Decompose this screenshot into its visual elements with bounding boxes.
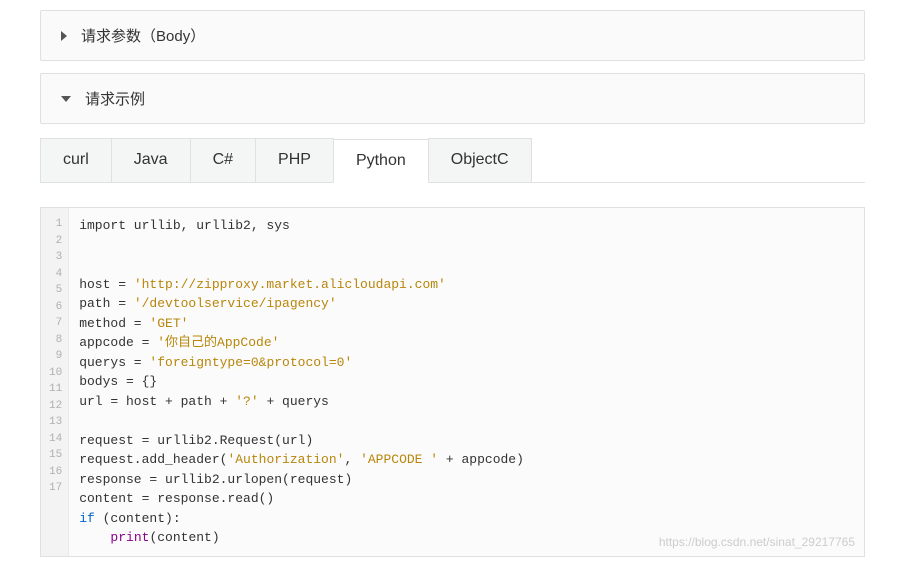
code-block: 1 2 3 4 5 6 7 8 9 10 11 12 13 14 15 16 1… <box>40 207 865 557</box>
tab-csharp[interactable]: C# <box>190 138 256 182</box>
language-tabs: curl Java C# PHP Python ObjectC <box>40 138 865 183</box>
request-example-header[interactable]: 请求示例 <box>41 74 864 123</box>
tab-java[interactable]: Java <box>111 138 191 182</box>
tab-php[interactable]: PHP <box>255 138 334 182</box>
chevron-down-icon <box>61 96 71 102</box>
chevron-right-icon <box>61 31 67 41</box>
watermark: https://blog.csdn.net/sinat_29217765 <box>659 535 855 549</box>
line-numbers: 1 2 3 4 5 6 7 8 9 10 11 12 13 14 15 16 1… <box>41 208 69 556</box>
request-body-header[interactable]: 请求参数（Body） <box>41 11 864 60</box>
code-content: import urllib, urllib2, sys host = 'http… <box>69 208 864 556</box>
request-body-title: 请求参数（Body） <box>81 25 205 46</box>
tab-curl[interactable]: curl <box>40 138 112 182</box>
tab-objectc[interactable]: ObjectC <box>428 138 532 182</box>
request-example-title: 请求示例 <box>85 88 145 109</box>
tab-python[interactable]: Python <box>333 139 429 183</box>
request-body-panel[interactable]: 请求参数（Body） <box>40 10 865 61</box>
request-example-panel[interactable]: 请求示例 <box>40 73 865 124</box>
